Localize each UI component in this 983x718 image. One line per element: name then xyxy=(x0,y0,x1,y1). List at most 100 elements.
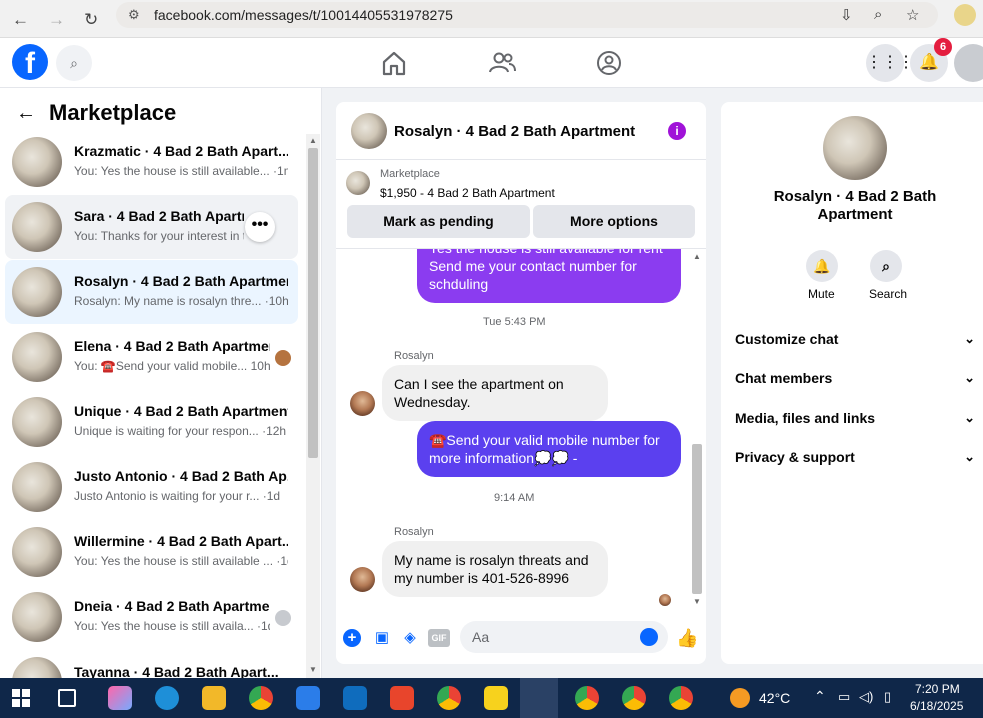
chrome-icon[interactable] xyxy=(249,686,273,710)
groups-icon[interactable] xyxy=(594,48,624,78)
more-options-button[interactable]: More options xyxy=(533,205,695,238)
message-thread: Yes the house is still available for ren… xyxy=(336,249,690,612)
conversation-preview: You: Thanks for your interest in th...m xyxy=(74,229,244,243)
account-avatar[interactable] xyxy=(954,44,983,82)
incoming-message: My name is rosalyn threats and my number… xyxy=(382,541,608,597)
conversation-list-scrollbar[interactable]: ▲ ▼ xyxy=(306,134,320,678)
notification-badge: 6 xyxy=(934,38,952,56)
scroll-up-icon[interactable]: ▲ xyxy=(309,136,317,145)
network-icon[interactable]: ▭ xyxy=(838,689,850,705)
listing-thumbnail[interactable] xyxy=(346,171,370,195)
photo-icon[interactable]: ▣ xyxy=(372,629,392,647)
avatar xyxy=(12,592,62,642)
clock-date[interactable]: 6/18/2025 xyxy=(910,699,963,713)
avatar xyxy=(12,397,62,447)
info-icon[interactable]: i xyxy=(668,122,686,140)
avatar xyxy=(12,267,62,317)
message-composer: + ▣ ◈ GIF Aa 👍 xyxy=(336,612,706,664)
search-icon[interactable]: ⌕ xyxy=(870,250,902,282)
anydesk-icon[interactable] xyxy=(390,686,414,710)
message-input[interactable]: Aa xyxy=(460,621,668,653)
chrome-profile-icon[interactable] xyxy=(575,686,599,710)
windows-start-icon[interactable] xyxy=(12,689,30,707)
address-bar[interactable]: ⚙ facebook.com/messages/t/10014405531978… xyxy=(116,2,938,28)
listing-title[interactable]: $1,950 - 4 Bad 2 Bath Apartment xyxy=(380,186,555,200)
sticker-icon[interactable]: ◈ xyxy=(400,629,420,647)
temperature[interactable]: 42°C xyxy=(759,690,790,706)
chat-title[interactable]: Rosalyn · 4 Bad 2 Bath Apartment xyxy=(394,123,635,140)
chrome-profile-icon[interactable] xyxy=(622,686,646,710)
facebook-logo-icon[interactable]: f xyxy=(12,44,48,80)
mute-bell-icon[interactable]: 🔔 xyxy=(806,250,838,282)
add-icon[interactable]: + xyxy=(343,629,361,647)
home-icon[interactable] xyxy=(379,48,409,78)
speaker-icon[interactable]: ◁) xyxy=(859,689,873,705)
conversation-item[interactable]: Willermine · 4 Bad 2 Bath Apart... You: … xyxy=(5,520,298,584)
conversation-item[interactable]: Justo Antonio · 4 Bad 2 Bath Ap... Justo… xyxy=(5,455,298,519)
emoji-icon[interactable] xyxy=(640,628,658,646)
search-label[interactable]: Search xyxy=(869,287,907,301)
conversation-name: Willermine · 4 Bad 2 Bath Apart... xyxy=(74,533,288,549)
reload-icon[interactable]: ↻ xyxy=(84,10,98,30)
sticky-notes-icon[interactable] xyxy=(484,686,508,710)
install-icon[interactable]: ⇩ xyxy=(840,6,853,24)
section-label: Customize chat xyxy=(735,331,839,347)
conversation-item-selected[interactable]: Rosalyn · 4 Bad 2 Bath Apartment Rosalyn… xyxy=(5,260,298,324)
back-arrow-icon[interactable]: ← xyxy=(12,10,29,30)
scrollbar-thumb[interactable] xyxy=(692,444,702,594)
chat-scrollbar[interactable]: ▲ ▼ xyxy=(690,249,704,612)
gif-icon[interactable]: GIF xyxy=(428,629,450,647)
snipping-tool-icon[interactable] xyxy=(520,678,558,718)
section-label: Media, files and links xyxy=(735,410,876,426)
chat-members-section[interactable]: Chat members ⌄ xyxy=(735,370,975,394)
site-settings-icon[interactable]: ⚙ xyxy=(128,7,140,23)
conversation-preview: You: Yes the house is still available ..… xyxy=(74,554,288,568)
more-options-button[interactable]: ••• xyxy=(245,212,275,242)
conversation-item[interactable]: Krazmatic · 4 Bad 2 Bath Apart... You: Y… xyxy=(5,130,298,194)
browser-profile-icon[interactable] xyxy=(954,4,976,26)
avatar[interactable] xyxy=(351,113,387,149)
tray-chevron-icon[interactable]: ⌃ xyxy=(814,688,826,705)
media-files-links-section[interactable]: Media, files and links ⌄ xyxy=(735,410,975,434)
mute-label[interactable]: Mute xyxy=(808,287,835,301)
task-view-icon[interactable] xyxy=(58,689,76,707)
friends-icon[interactable] xyxy=(487,48,517,78)
back-arrow-icon[interactable]: ← xyxy=(16,102,36,125)
chrome-profile-icon[interactable] xyxy=(437,686,461,710)
weather-icon[interactable] xyxy=(730,688,750,708)
chevron-down-icon: ⌄ xyxy=(964,410,975,425)
battery-icon[interactable]: ▯ xyxy=(884,689,891,705)
outlook-icon[interactable] xyxy=(343,686,367,710)
file-explorer-icon[interactable] xyxy=(202,686,226,710)
conversation-item[interactable]: Sara · 4 Bad 2 Bath Apartme You: Thanks … xyxy=(5,195,298,259)
menu-grid-icon[interactable]: ⋮⋮⋮ xyxy=(866,44,914,82)
mark-as-pending-button[interactable]: Mark as pending xyxy=(347,205,530,238)
privacy-support-section[interactable]: Privacy & support ⌄ xyxy=(735,449,975,473)
search-icon[interactable]: ⌕ xyxy=(56,45,92,81)
message-input-placeholder[interactable]: Aa xyxy=(472,629,489,645)
conversation-name: Elena · 4 Bad 2 Bath Apartment xyxy=(74,338,270,354)
conversation-item[interactable]: Tayanna · 4 Bad 2 Bath Apart... xyxy=(5,650,298,678)
scroll-down-icon[interactable]: ▼ xyxy=(309,665,317,674)
conversation-name: Tayanna · 4 Bad 2 Bath Apart... xyxy=(74,664,279,678)
conversation-item[interactable]: Dneia · 4 Bad 2 Bath Apartme... You: Yes… xyxy=(5,585,298,649)
scrollbar-thumb[interactable] xyxy=(308,148,318,458)
forward-arrow-icon[interactable]: → xyxy=(48,10,65,30)
conversation-item[interactable]: Elena · 4 Bad 2 Bath Apartment You: ☎️Se… xyxy=(5,325,298,389)
like-thumb-icon[interactable]: 👍 xyxy=(676,629,698,647)
browser-toolbar: ← → ↻ ⚙ facebook.com/messages/t/10014405… xyxy=(0,0,983,38)
edge-icon[interactable] xyxy=(155,686,179,710)
scroll-up-icon[interactable]: ▲ xyxy=(693,252,701,261)
chrome-profile-icon[interactable] xyxy=(669,686,693,710)
copilot-icon[interactable] xyxy=(108,686,132,710)
scroll-down-icon[interactable]: ▼ xyxy=(693,597,701,606)
conversation-item[interactable]: Unique · 4 Bad 2 Bath Apartment Unique i… xyxy=(5,390,298,454)
store-icon[interactable] xyxy=(296,686,320,710)
customize-chat-section[interactable]: Customize chat ⌄ xyxy=(735,331,975,355)
clock-time[interactable]: 7:20 PM xyxy=(915,682,960,696)
url-text[interactable]: facebook.com/messages/t/1001440553197827… xyxy=(154,7,453,23)
contact-avatar[interactable] xyxy=(823,116,887,180)
outgoing-message: Yes the house is still available for ren… xyxy=(417,249,681,303)
bookmark-star-icon[interactable]: ☆ xyxy=(906,6,919,24)
zoom-icon[interactable]: ⌕ xyxy=(874,6,882,23)
